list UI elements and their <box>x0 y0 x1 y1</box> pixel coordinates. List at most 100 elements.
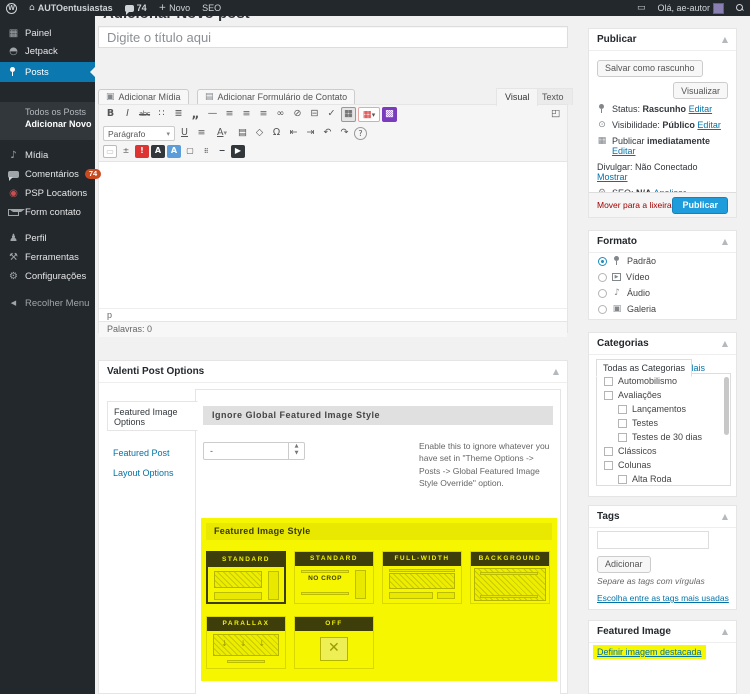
set-featured-image-link[interactable]: Definir imagem destacada <box>597 647 702 657</box>
checkbox[interactable] <box>604 447 613 456</box>
checkbox[interactable] <box>604 461 613 470</box>
format-option-galeria[interactable]: ▣ Galeria <box>589 301 736 317</box>
outdent-icon[interactable]: ⇤ <box>286 126 301 141</box>
shortcode-page-icon[interactable]: ▢ <box>183 145 197 158</box>
select-stepper-icon[interactable]: ▲▼ <box>288 443 304 459</box>
indent-icon[interactable]: ⇥ <box>303 126 318 141</box>
edit-visibility-link[interactable]: Editar <box>697 120 721 130</box>
clear-formatting-icon[interactable]: ◇ <box>252 126 267 141</box>
category-item[interactable]: Testes de 30 dias <box>597 430 730 444</box>
category-item[interactable]: Clássicos <box>597 444 730 458</box>
style-option-full-width[interactable]: FULL-WIDTH <box>382 551 462 604</box>
search-button[interactable] <box>730 0 750 16</box>
ignore-global-select[interactable]: - ▲▼ <box>203 442 305 460</box>
category-item[interactable]: Testes <box>597 416 730 430</box>
tab-texto[interactable]: Texto <box>533 88 573 105</box>
new-content-menu[interactable]: + Novo <box>153 0 197 16</box>
add-media-button[interactable]: ▣ Adicionar Mídia <box>98 89 189 106</box>
choose-most-used-tags-link[interactable]: Escolha entre as tags mais usadas <box>597 593 729 603</box>
preview-button[interactable]: Visualizar <box>673 82 728 99</box>
tags-input[interactable] <box>597 531 709 549</box>
numbered-list-icon[interactable]: ≣ <box>171 107 186 122</box>
align-right-icon[interactable]: ≡ <box>256 107 271 122</box>
format-option-video[interactable]: ▶ Vídeo <box>589 269 736 285</box>
publicize-show-link[interactable]: Mostrar <box>597 172 628 182</box>
shortcode-button-icon[interactable]: ▭ <box>103 145 117 158</box>
seo-menu[interactable]: SEO <box>196 0 227 16</box>
bullet-list-icon[interactable]: ∷ <box>154 107 169 122</box>
help-icon[interactable]: ? <box>354 127 367 140</box>
align-center-icon[interactable]: ≡ <box>239 107 254 122</box>
featured-image-box-header[interactable]: Featured Image ▲ <box>589 621 736 643</box>
toolbar-toggle-icon[interactable]: ▦ <box>341 107 356 122</box>
style-option-parallax[interactable]: PARALLAX ↓↓↓ <box>206 616 286 669</box>
comments-shortcut[interactable]: 74 <box>119 0 153 16</box>
tab-visual[interactable]: Visual <box>496 88 538 106</box>
menu-item-midia[interactable]: ♪ Mídia <box>0 146 95 164</box>
radio[interactable] <box>598 305 607 314</box>
add-tag-button[interactable]: Adicionar <box>597 556 651 573</box>
radio-selected[interactable] <box>598 257 607 266</box>
category-item[interactable]: Colunas <box>597 458 730 472</box>
notes-button[interactable]: ▭ <box>631 0 652 16</box>
horizontal-rule-icon[interactable]: — <box>205 107 220 122</box>
italic-icon[interactable]: I <box>120 107 135 122</box>
format-box-header[interactable]: Formato ▲ <box>589 231 736 253</box>
collapse-toggle-icon[interactable]: ▲ <box>722 512 728 521</box>
collapse-toggle-icon[interactable]: ▲ <box>722 35 728 44</box>
spellcheck-icon[interactable]: ✓ <box>324 107 339 122</box>
text-color-icon[interactable]: A▾ <box>211 126 233 141</box>
submenu-adicionar-novo[interactable]: Adicionar Novo <box>0 117 95 132</box>
menu-item-perfil[interactable]: ♟ Perfil <box>0 229 95 247</box>
valenti-tab-layout-options[interactable]: Layout Options <box>107 463 197 483</box>
checkbox[interactable] <box>618 405 627 414</box>
menu-item-psp-locations[interactable]: ◉ PSP Locations <box>0 184 95 202</box>
checkbox[interactable] <box>618 419 627 428</box>
menu-item-form-contato[interactable]: Form contato <box>0 203 95 221</box>
tab-all-categories[interactable]: Todas as Categorias <box>596 359 692 377</box>
submenu-todos-os-posts[interactable]: Todos os Posts <box>0 102 95 117</box>
wordpress-menu[interactable]: W <box>0 0 23 16</box>
valenti-metabox-header[interactable]: Valenti Post Options ▲ <box>99 361 567 383</box>
publish-button[interactable]: Publicar <box>672 197 728 214</box>
shortcode-dark-letter-icon[interactable]: A <box>151 145 165 158</box>
category-item[interactable]: Alta Roda <box>597 472 730 486</box>
link-icon[interactable]: ∞ <box>273 107 288 122</box>
fullscreen-icon[interactable]: ◰ <box>548 107 563 122</box>
site-name-link[interactable]: ⌂ AUTOentusiastas <box>23 0 119 16</box>
my-account-menu[interactable]: Olá, ae-autor <box>651 0 730 16</box>
undo-icon[interactable]: ↶ <box>320 126 335 141</box>
menu-item-ferramentas[interactable]: ⚒ Ferramentas <box>0 248 95 266</box>
collapse-menu-button[interactable]: ◀ Recolher Menu <box>0 294 95 312</box>
shortcode-sparkle-icon[interactable]: ᎒᎒ <box>199 145 213 158</box>
move-to-trash-link[interactable]: Mover para a lixeira <box>597 200 672 210</box>
add-contact-form-button[interactable]: ▤ Adicionar Formulário de Contato <box>197 89 355 106</box>
valenti-tab-featured-image-options[interactable]: Featured Image Options <box>107 401 198 431</box>
shortcode-dash-icon[interactable]: − <box>215 145 229 158</box>
redo-icon[interactable]: ↷ <box>337 126 352 141</box>
post-title-input[interactable] <box>99 27 567 47</box>
menu-item-painel[interactable]: ▦ Painel <box>0 24 95 42</box>
collapse-toggle-icon[interactable]: ▲ <box>722 237 728 246</box>
radio[interactable] <box>598 273 607 282</box>
shortcode-alert-icon[interactable]: ! <box>135 145 149 158</box>
menu-item-comentarios[interactable]: Comentários 74 <box>0 165 95 183</box>
checkbox[interactable] <box>604 377 613 386</box>
collapse-toggle-icon[interactable]: ▲ <box>722 627 728 636</box>
menu-item-configuracoes[interactable]: ⚙ Configurações <box>0 267 95 285</box>
save-draft-button[interactable]: Salvar como rascunho <box>597 60 703 77</box>
radio[interactable] <box>598 289 607 298</box>
blockquote-icon[interactable]: „ <box>188 107 203 122</box>
table-icon[interactable]: ▦▾ <box>358 107 380 122</box>
paragraph-select[interactable]: Parágrafo ▾ <box>103 126 175 141</box>
checkbox[interactable] <box>604 391 613 400</box>
collapse-toggle-icon[interactable]: ▲ <box>722 339 728 348</box>
style-option-standard[interactable]: STANDARD <box>206 551 286 604</box>
checkbox[interactable] <box>618 433 627 442</box>
bold-icon[interactable]: B <box>103 107 118 122</box>
checkbox[interactable] <box>618 475 627 484</box>
shortcode-top-icon[interactable]: ± <box>119 145 133 158</box>
shortcode-blue-letter-icon[interactable]: A <box>167 145 181 158</box>
category-item[interactable]: Lançamentos <box>597 402 730 416</box>
style-option-standard-no-crop[interactable]: STANDARD NO CROP <box>294 551 374 604</box>
